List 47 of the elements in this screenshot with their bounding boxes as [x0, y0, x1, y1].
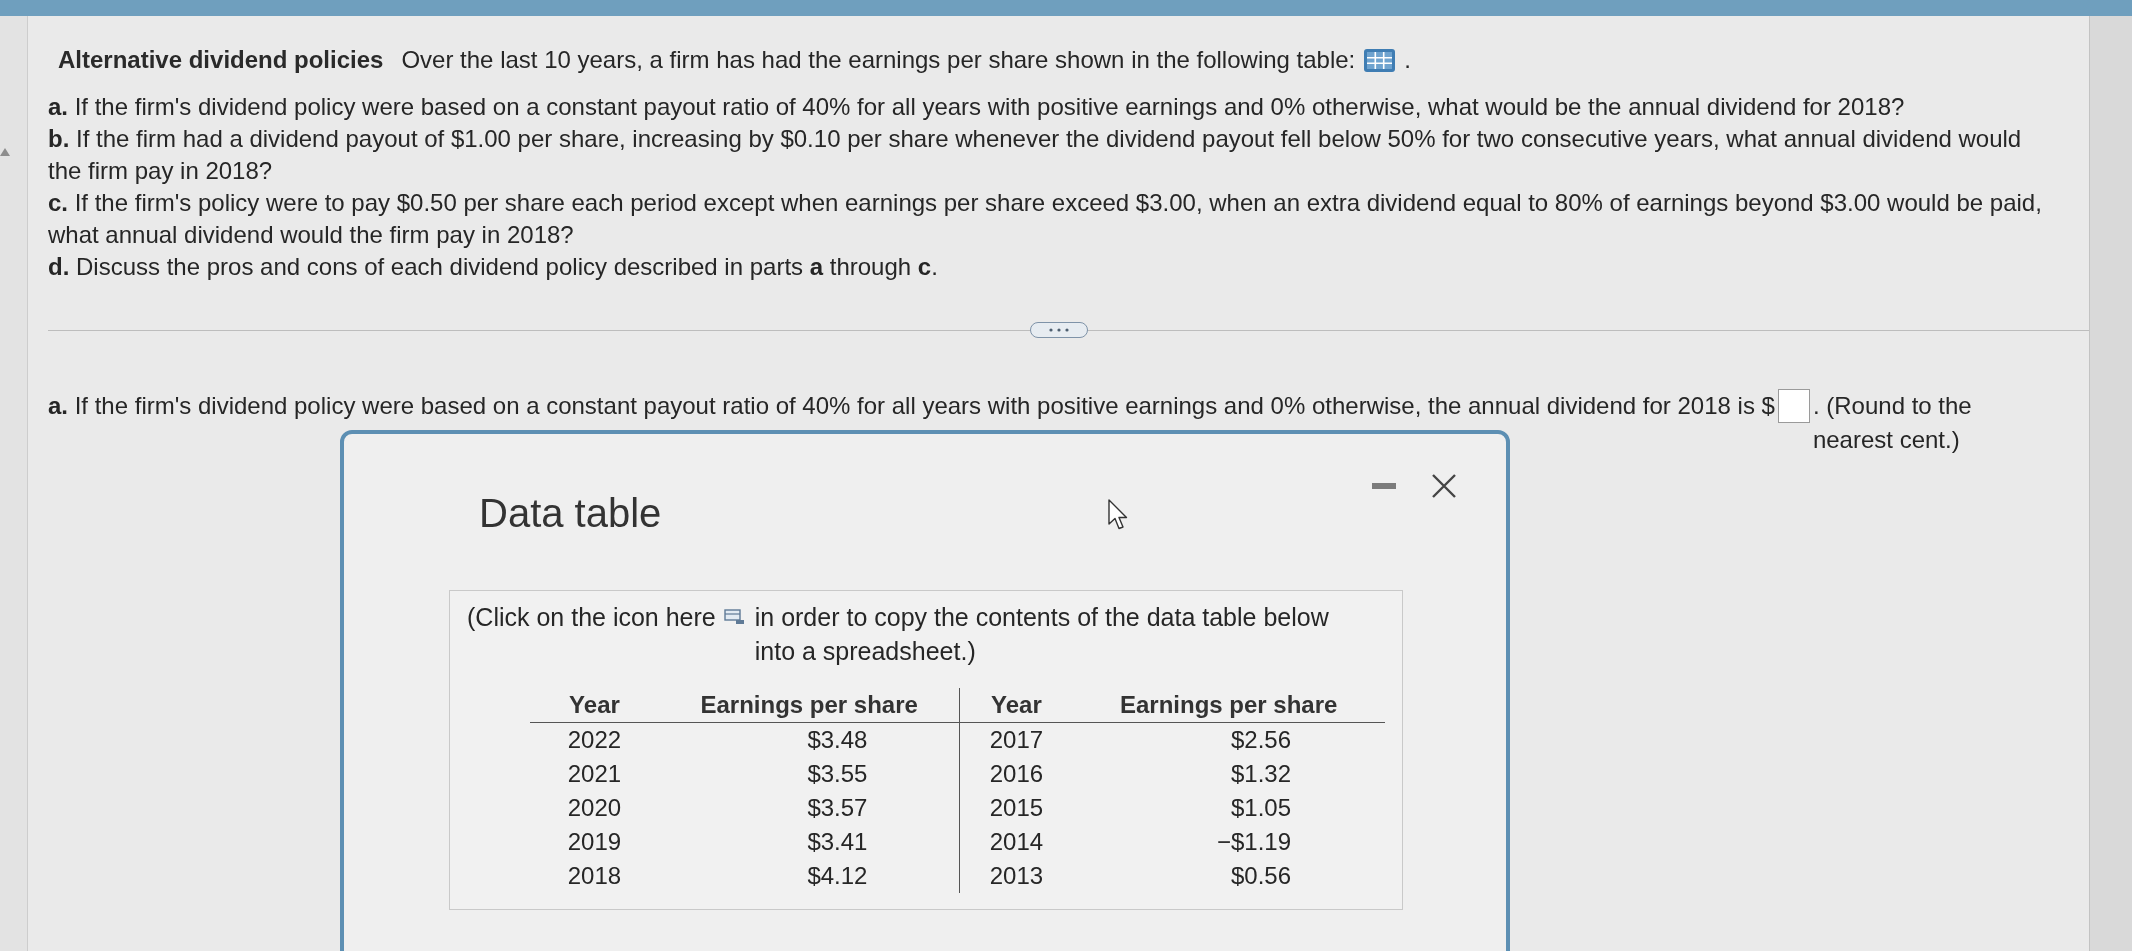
question-text: c. If the firm's policy were to pay $0.50 per share each period except when earnings per share exceed $3.00, when an extra dividend equal to 80% of earnings beyond $3.00 would be paid, what annual dividend would the firm pay in 2018? [48, 188, 2043, 250]
caret-icon[interactable] [0, 148, 10, 156]
table-cell: 2022 [530, 722, 659, 757]
question-text: a. If the firm's dividend policy were based on a constant payout ratio of 40% for all years with positive earnings and 0% otherwise, what would be the annual dividend for 2018? [48, 92, 1906, 122]
table-cell: $3.48 [658, 722, 960, 757]
column-header: Earnings per share [658, 688, 960, 723]
table-icon[interactable] [723, 609, 745, 625]
table-cell: 2014 [959, 825, 1073, 859]
close-icon [1432, 474, 1456, 498]
answer-field[interactable] [1777, 389, 1810, 423]
table-cell: $3.57 [658, 791, 960, 825]
table-cell-text: 2018 [566, 861, 623, 891]
mouse-pointer-icon [1108, 499, 1128, 531]
dialog-title: Data table [479, 491, 662, 535]
table-cell: 2013 [959, 859, 1073, 893]
table-cell-text: $0.56 [1229, 861, 1292, 891]
ellipsis-icon [1049, 328, 1069, 332]
table-cell-text: 2020 [566, 793, 623, 823]
minimize-icon [1372, 483, 1396, 489]
table-cell: $2.56 [1072, 722, 1385, 757]
scrollbar-track[interactable] [2089, 16, 2132, 951]
instruction-text: (Click on the icon here [467, 602, 716, 633]
question-text: d. Discuss the pros and cons of each dividend policy described in parts a through c. [48, 252, 939, 282]
table-cell-text: $1.05 [1229, 793, 1292, 823]
table-cell-text: $1.32 [1229, 759, 1292, 789]
table-icon[interactable] [1364, 48, 1396, 72]
table-cell: $3.55 [658, 757, 960, 791]
table-cell: 2017 [959, 722, 1073, 757]
table-cell-text: −$1.19 [1215, 827, 1292, 857]
table-cell: 2016 [959, 757, 1073, 791]
problem-title: Alternative dividend policies [58, 45, 384, 75]
table-cell: 2015 [959, 791, 1073, 825]
expand-button[interactable] [1030, 322, 1088, 338]
column-header: Earnings per share [1072, 688, 1385, 723]
close-button[interactable] [1432, 474, 1456, 498]
period-text: . [1404, 45, 1411, 75]
instruction-text: in order to copy the contents of the data table below into a spreadsheet.) [754, 602, 1330, 667]
column-header: Year [959, 688, 1073, 723]
table-cell-text: 2021 [566, 759, 623, 789]
table-cell: $3.41 [658, 825, 960, 859]
problem-intro: Over the last 10 years, a firm has had the earnings per share shown in the following table: [401, 45, 1356, 75]
column-header: Year [530, 688, 659, 723]
instruction-text: . (Round to the nearest cent.) [1812, 391, 1973, 455]
question-text: a. If the firm's dividend policy were based on a constant payout ratio of 40% for all years with positive earnings and 0% otherwise, the annual dividend for 2018 is $ [48, 391, 1775, 421]
question-text: b. If the firm had a dividend payout of $1.00 per share, increasing by $0.10 per share whenever the dividend payout fell below 50% for two consecutive years, what annual dividend would the firm pay in 2018? [48, 124, 2023, 186]
table-cell: $4.12 [658, 859, 960, 893]
table-cell-text: 2019 [566, 827, 623, 857]
